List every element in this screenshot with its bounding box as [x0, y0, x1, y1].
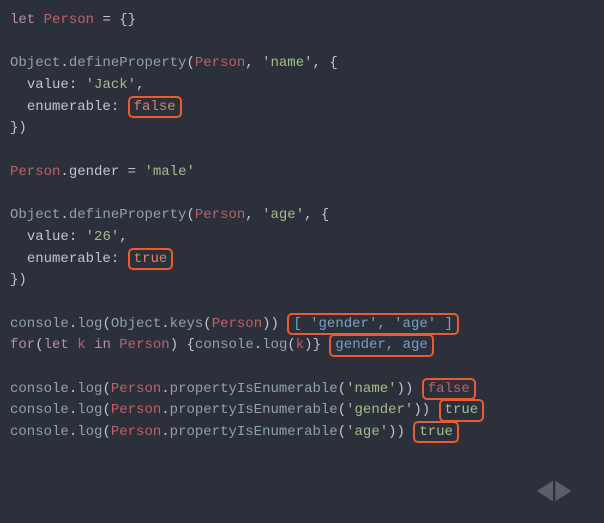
highlight-output-true-2: true	[413, 421, 459, 443]
highlight-true-1: true	[128, 248, 174, 270]
highlight-output-false: false	[422, 378, 476, 400]
fn-log: log	[77, 316, 102, 332]
prop-enumerable: enumerable	[27, 99, 111, 115]
boolean-false: false	[134, 99, 176, 115]
operator-equals: =	[102, 12, 110, 28]
identifier-person: Person	[44, 12, 94, 28]
fn-propertyisenumerable: propertyIsEnumerable	[170, 381, 338, 397]
keyword-let: let	[10, 12, 35, 28]
keyword-for: for	[10, 337, 35, 353]
code-editor: let Person = {} Object.defineProperty(Pe…	[0, 0, 604, 523]
highlight-output-keys: [ 'gender', 'age' ]	[287, 313, 459, 335]
highlight-false-1: false	[128, 96, 182, 118]
prop-gender: gender	[69, 164, 119, 180]
highlight-output-true-1: true	[439, 399, 485, 421]
string-male: 'male'	[144, 164, 194, 180]
identifier-k: k	[77, 337, 85, 353]
identifier-console: console	[10, 316, 69, 332]
string-26: '26'	[86, 229, 120, 245]
watermark-icon	[530, 473, 576, 509]
string-name: 'name'	[262, 55, 312, 71]
prop-value: value	[27, 77, 69, 93]
boolean-true: true	[134, 251, 168, 267]
string-age: 'age'	[262, 207, 304, 223]
output-false: false	[428, 381, 470, 397]
keyword-in: in	[94, 337, 111, 353]
string-jack: 'Jack'	[86, 77, 136, 93]
brace-close: }	[128, 12, 136, 28]
brace-open: {	[119, 12, 127, 28]
output-array: [ 'gender', 'age' ]	[293, 316, 453, 332]
output-forin: gender, age	[335, 337, 427, 353]
identifier-object: Object	[10, 55, 60, 71]
highlight-output-forin: gender, age	[329, 334, 433, 356]
fn-keys: keys	[170, 316, 204, 332]
output-true: true	[445, 402, 479, 418]
string-gender: 'gender'	[346, 402, 413, 418]
fn-defineproperty: defineProperty	[69, 55, 187, 71]
